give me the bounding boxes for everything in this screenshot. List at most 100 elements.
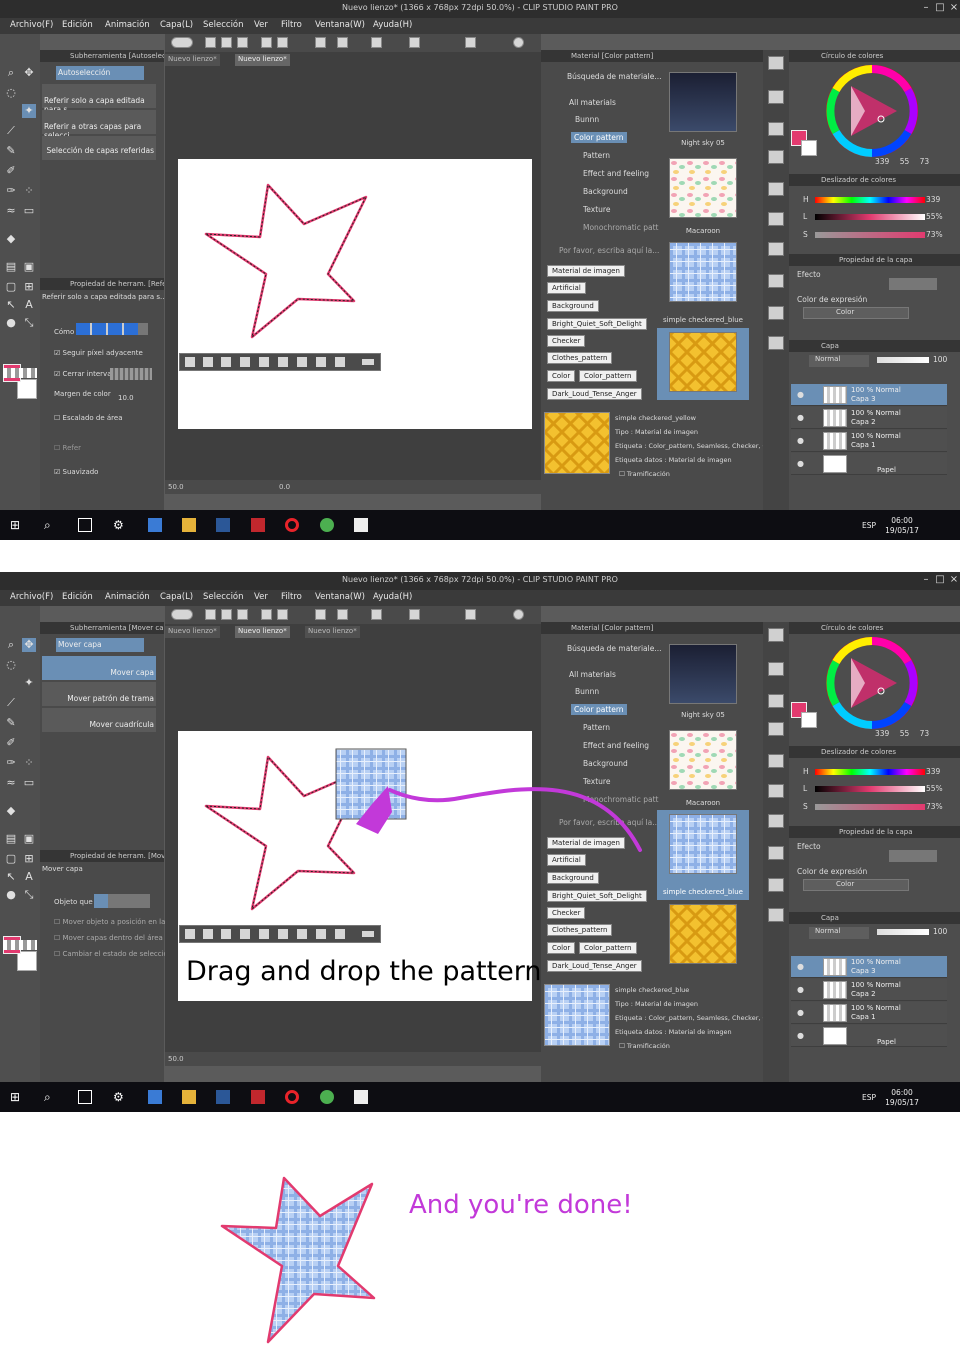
checkbox-mover-capas[interactable]: ☐ Mover capas dentro del área selec <box>54 934 183 942</box>
thumb-checkered-yellow[interactable] <box>669 332 737 392</box>
zoom-level[interactable]: 50.0 <box>168 483 184 491</box>
transform-icon[interactable] <box>315 37 326 48</box>
tag-material-imagen[interactable]: Material de imagen <box>547 837 625 849</box>
checkbox-cerrar-intervalo[interactable]: ☑ Cerrar intervalo <box>54 370 118 378</box>
tag-dark-loud[interactable]: Dark_Loud_Tense_Anger <box>547 960 642 972</box>
layer-row[interactable]: ● 100 % Normal Capa 1 <box>791 430 947 452</box>
acrobat-icon[interactable] <box>251 518 265 532</box>
app-globe-icon[interactable] <box>320 518 334 532</box>
gradient-tool-icon[interactable]: ▤ <box>4 260 18 274</box>
task-view-icon[interactable] <box>78 1090 92 1104</box>
settings-icon[interactable] <box>465 37 476 48</box>
l-value[interactable]: 55% <box>926 212 943 221</box>
color-wheel[interactable] <box>825 64 919 158</box>
effect-buttons[interactable] <box>889 278 937 290</box>
language-indicator[interactable]: ESP <box>862 1093 876 1102</box>
brush-tool-icon[interactable]: ✑ <box>4 184 18 198</box>
tag-search-input[interactable]: Por favor, escriba aquí la... <box>559 818 659 827</box>
layer-row[interactable]: ● 100 % Normal Capa 3 <box>791 956 947 978</box>
checkbox-cambiar-estado[interactable]: ☐ Cambiar el estado de selección d <box>54 950 179 958</box>
thumb-night-sky[interactable] <box>669 72 737 132</box>
side-icon-7[interactable] <box>768 242 784 256</box>
checkbox-mover-objeto[interactable]: ☐ Mover objeto a posición en la que <box>54 918 181 926</box>
help-icon[interactable] <box>513 609 524 620</box>
canvas[interactable] <box>178 159 532 429</box>
checkbox-suavizado[interactable]: ☑ Suavizado <box>54 468 98 476</box>
frame-tool-icon[interactable]: ▢ <box>4 280 18 294</box>
material-search-label[interactable]: Búsqueda de materiale... <box>567 644 662 653</box>
open-icon[interactable] <box>221 37 232 48</box>
checkbox-escalado-area[interactable]: ☐ Escalado de área <box>54 414 123 422</box>
menu-animacion[interactable]: Animación <box>105 20 150 30</box>
margen-color-value[interactable]: 10.0 <box>118 394 134 402</box>
new-icon[interactable] <box>205 37 216 48</box>
operation-tool-icon[interactable]: ↖ <box>4 298 18 312</box>
menu-ventana[interactable]: Ventana(W) <box>315 592 365 602</box>
balloon-tool-icon[interactable]: ● <box>4 316 18 330</box>
tag-artificial[interactable]: Artificial <box>547 854 586 866</box>
deselect-icon[interactable] <box>371 37 382 48</box>
tag-color-pattern[interactable]: Color_pattern <box>579 942 637 954</box>
eyedropper-tool-icon[interactable]: ⟋ <box>4 124 18 138</box>
minimize-icon[interactable]: – <box>920 2 932 14</box>
tag-artificial[interactable]: Artificial <box>547 282 586 294</box>
side-icon-8[interactable] <box>768 274 784 288</box>
settings-gear-icon[interactable]: ⚙ <box>113 518 127 532</box>
side-icon-3[interactable] <box>768 694 784 708</box>
move-tool-icon[interactable]: ✥ <box>22 66 36 80</box>
fill-icon[interactable] <box>337 609 348 620</box>
h-value[interactable]: 339 <box>926 767 940 776</box>
sub-color[interactable] <box>17 379 37 399</box>
airbrush-tool-icon[interactable]: ⁘ <box>22 756 36 770</box>
side-icon-6[interactable] <box>768 784 784 798</box>
tag-search-input[interactable]: Por favor, escriba aquí la... <box>559 246 659 255</box>
move-tool-icon[interactable]: ✥ <box>22 638 36 652</box>
color-wheel[interactable] <box>825 636 919 730</box>
side-icon-3[interactable] <box>768 122 784 136</box>
lasso-tool-icon[interactable]: ◌ <box>4 658 18 672</box>
layer-row[interactable]: ● Papel <box>791 1025 947 1047</box>
opacity-value[interactable]: 100 <box>933 927 947 936</box>
info-tram[interactable]: ☐ Tramificación <box>619 470 670 478</box>
maximize-icon[interactable]: □ <box>934 2 946 14</box>
tag-dark-loud[interactable]: Dark_Loud_Tense_Anger <box>547 388 642 400</box>
l-slider[interactable] <box>815 214 925 220</box>
opacity-value[interactable]: 100 <box>933 355 947 364</box>
l-value[interactable]: 55% <box>926 784 943 793</box>
side-icon-4[interactable] <box>768 150 784 164</box>
tag-background[interactable]: Background <box>547 300 599 312</box>
ruler-tool-icon[interactable]: ⊞ <box>22 852 36 866</box>
tag-clothes-pattern[interactable]: Clothes_pattern <box>547 352 613 364</box>
menu-ayuda[interactable]: Ayuda(H) <box>373 20 412 30</box>
app-globe-icon[interactable] <box>320 1090 334 1104</box>
effect-buttons[interactable] <box>889 850 937 862</box>
doc-tab-2[interactable]: Nuevo lienzo* <box>235 54 290 66</box>
layer-row[interactable]: ● Papel <box>791 453 947 475</box>
pen-tool-icon[interactable]: ✎ <box>4 144 18 158</box>
undo-icon[interactable] <box>261 609 272 620</box>
tag-checker[interactable]: Checker <box>547 907 586 919</box>
tree-pattern[interactable]: Pattern <box>583 723 610 732</box>
doc-tab-3[interactable]: Nuevo lienzo* <box>305 626 360 638</box>
wheel-sub-color[interactable] <box>801 140 817 156</box>
side-icon-5[interactable] <box>768 182 784 196</box>
tree-all-materials[interactable]: All materials <box>569 98 616 107</box>
expr-select[interactable]: Color <box>803 879 909 891</box>
s-value[interactable]: 73% <box>926 802 943 811</box>
checkbox-seguir-pixel[interactable]: ☑ Seguir píxel adyacente <box>54 349 143 357</box>
tag-background[interactable]: Background <box>547 872 599 884</box>
tag-color[interactable]: Color <box>547 942 576 954</box>
clock[interactable]: 06:00 19/05/17 <box>884 1088 920 1108</box>
subtool-item-move-grid[interactable]: Mover cuadrícula <box>42 708 156 732</box>
layer-row[interactable]: ● 100 % Normal Capa 2 <box>791 407 947 429</box>
tree-color-pattern[interactable]: Color pattern <box>571 704 627 715</box>
doc-tab-1[interactable]: Nuevo lienzo* <box>165 54 220 66</box>
correction-tool-icon[interactable]: ⤡ <box>22 316 36 330</box>
menu-filtro[interactable]: Filtro <box>281 20 302 30</box>
blend-mode-select[interactable]: Normal <box>809 927 869 939</box>
move-target-buttons[interactable] <box>94 894 150 908</box>
correction-tool-icon[interactable]: ⤡ <box>22 888 36 902</box>
side-icon-1[interactable] <box>768 56 784 70</box>
thumb-checkered-blue[interactable] <box>669 242 737 302</box>
side-icon-4[interactable] <box>768 722 784 736</box>
